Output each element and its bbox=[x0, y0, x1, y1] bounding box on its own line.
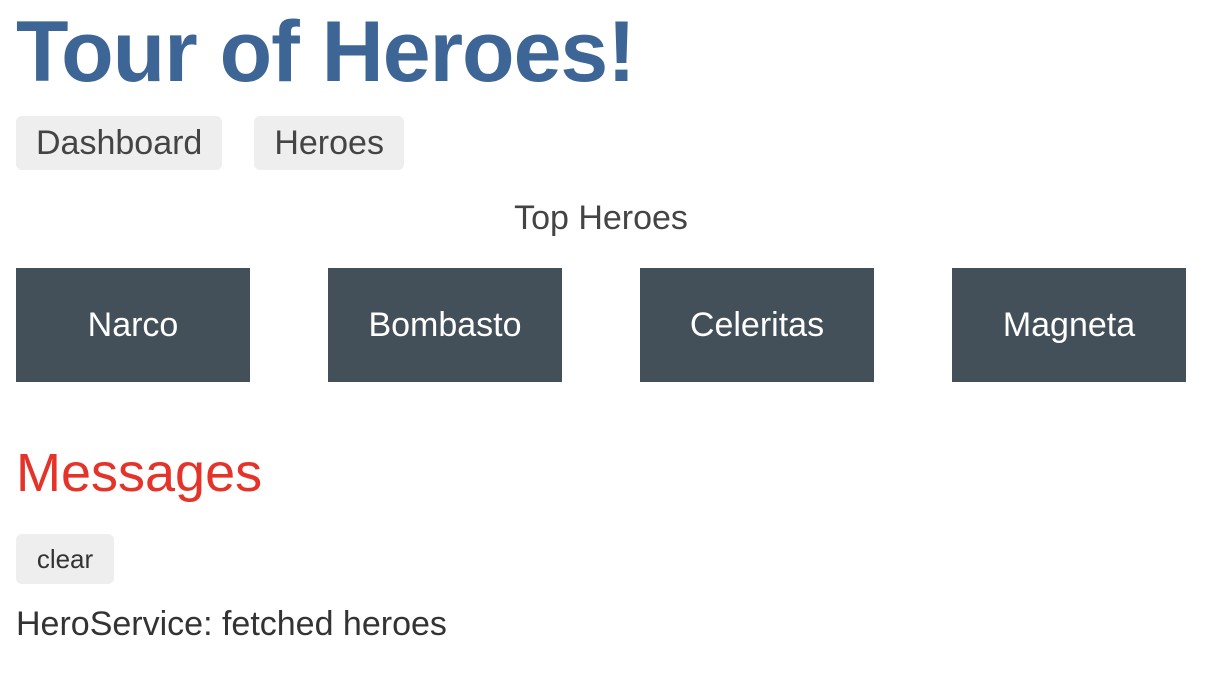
nav-heroes-link[interactable]: Heroes bbox=[254, 116, 404, 170]
top-heroes-heading: Top Heroes bbox=[514, 199, 688, 237]
messages-heading: Messages bbox=[16, 443, 263, 503]
hero-grid: Narco Bombasto Celeritas Magneta bbox=[16, 268, 1186, 382]
hero-name: Narco bbox=[87, 305, 179, 344]
hero-name: Bombasto bbox=[368, 305, 522, 344]
app-title: Tour of Heroes! bbox=[16, 4, 636, 100]
hero-card-narco[interactable]: Narco bbox=[16, 268, 250, 382]
main-nav: Dashboard Heroes bbox=[16, 116, 404, 170]
clear-messages-button[interactable]: clear bbox=[16, 534, 114, 584]
hero-card-bombasto[interactable]: Bombasto bbox=[328, 268, 562, 382]
hero-card-magneta[interactable]: Magneta bbox=[952, 268, 1186, 382]
nav-dashboard-link[interactable]: Dashboard bbox=[16, 116, 223, 170]
hero-name: Magneta bbox=[1002, 305, 1136, 344]
hero-name: Celeritas bbox=[689, 305, 825, 344]
message-item: HeroService: fetched heroes bbox=[16, 605, 447, 643]
hero-card-celeritas[interactable]: Celeritas bbox=[640, 268, 874, 382]
